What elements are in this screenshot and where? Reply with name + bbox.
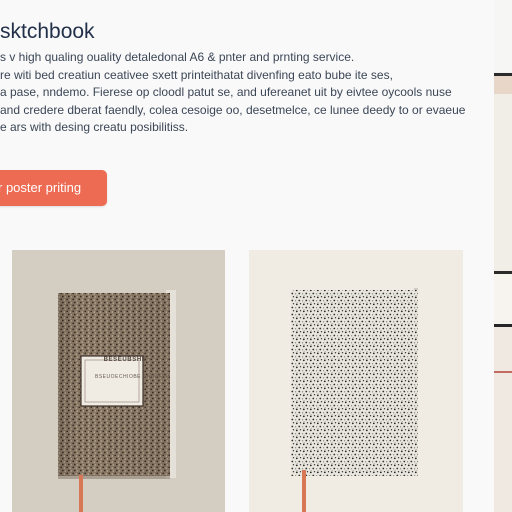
adjacent-panel-cream xyxy=(494,94,512,272)
adjacent-panel-accent xyxy=(494,76,512,94)
adjacent-panel-warm xyxy=(494,327,512,512)
main-content: sktchbook s v high qualing ouality detal… xyxy=(0,0,494,512)
description-line-3: a pase, nndemo. Fierese op cloodl patut … xyxy=(0,85,452,100)
poster-printing-button[interactable]: r poster priting xyxy=(0,170,107,206)
product-card-right[interactable] xyxy=(249,250,463,512)
adjacent-panel-top xyxy=(494,0,512,72)
description-line-1: s v high qualing ouality detaledonal A6 … xyxy=(0,50,355,64)
adjacent-panel-low xyxy=(494,274,512,324)
brown-sketchbook-image xyxy=(12,250,225,512)
description-line-5: e ars with desing creatu posibilitiss. xyxy=(0,120,189,135)
book-label-title: BESEUBSHE xyxy=(103,357,147,363)
description-line-2: re witi bed creatiun ceativee sxett prin… xyxy=(0,67,393,82)
webpage: sktchbook s v high qualing ouality detal… xyxy=(0,0,512,512)
hero-description: s v high qualing ouality detaledonal A6 … xyxy=(0,49,470,137)
adjacent-panel-accent-line xyxy=(494,371,512,373)
description-line-4: and credere dberat faendly, colea cesoig… xyxy=(0,102,466,117)
book-label-subtitle: BSEUOECHIOBE SHDLKEH xyxy=(95,374,171,380)
product-card-left[interactable]: BESEUBSHE BSEUOECHIOBE SHDLKEH xyxy=(12,250,225,512)
page-title: sktchbook xyxy=(0,20,95,43)
speckled-sketchbook-image xyxy=(249,250,463,512)
